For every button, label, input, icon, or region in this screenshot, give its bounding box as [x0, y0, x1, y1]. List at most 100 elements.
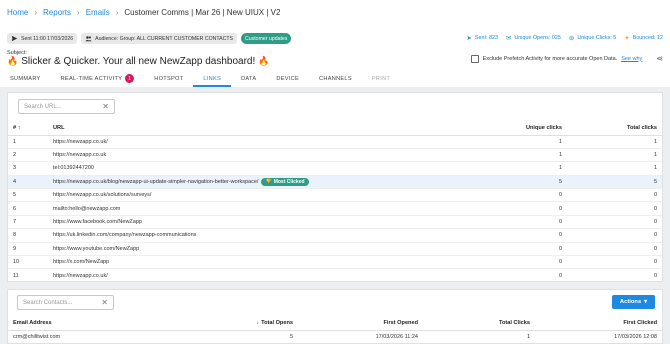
link-num-text: 4 [13, 178, 17, 185]
stat-sent-label: Sent: 823 [474, 35, 498, 41]
actions-button[interactable]: Actions ▾ [612, 295, 655, 309]
clear-icon[interactable]: ✕ [101, 298, 108, 307]
tab-data-label: DATA [241, 75, 257, 82]
link-unique-clicks-text: 0 [558, 259, 562, 266]
tab-hotspot[interactable]: HOTSPOT [144, 70, 193, 87]
tab-hotspot-label: HOTSPOT [154, 75, 184, 82]
tab-links[interactable]: LINKS [193, 70, 231, 87]
stat-bounced[interactable]: ✦ Bounced: 12 [624, 34, 663, 42]
col-total-clicks[interactable]: Total clicks [567, 121, 662, 136]
link-unique-clicks: 0 [447, 215, 567, 230]
link-num-text: 7 [13, 219, 17, 226]
link-total-clicks: 5 [567, 175, 662, 190]
tab-channels-label: CHANNELS [319, 75, 352, 82]
col-total-clicks[interactable]: Total Clicks [423, 317, 535, 331]
campaign-stats: ➤ Sent: 823 ✉ Unique Opens: 025 ⊛ Unique Cl… [466, 34, 663, 42]
link-unique-clicks-text: 0 [558, 205, 562, 212]
tab-summary[interactable]: SUMMARY [0, 70, 51, 87]
link-url[interactable]: https://newzapp.co.uk/solutions/surveys/ [48, 188, 447, 203]
campaign-meta: Sent 11:00 17/03/2026 Audience: Group: A… [7, 33, 292, 44]
col-first-clicked[interactable]: First Clicked [535, 317, 662, 331]
link-unique-clicks: 0 [447, 242, 567, 257]
tab-data[interactable]: DATA [231, 70, 266, 87]
link-num: 7 [8, 215, 48, 230]
table-row[interactable]: 8 https://uk.linkedin.com/company/newzapp… [8, 228, 662, 243]
url-search-input[interactable]: Search URL... [24, 104, 62, 110]
table-row[interactable]: 2 https://newzapp.co.uk 1 1 [8, 148, 662, 163]
link-url[interactable]: https://uk.linkedin.com/company/newzapp-… [48, 228, 447, 243]
link-url[interactable]: https://www.youtube.com/NewZapp [48, 242, 447, 257]
links-table: # ↑ URL Unique clicks Total clicks 1 http… [8, 121, 662, 283]
link-total-clicks-text: 0 [653, 259, 657, 266]
see-why-link[interactable]: See why [621, 56, 642, 62]
col-num-label: # [13, 124, 17, 131]
link-url[interactable]: https://newzapp.co.uk [48, 148, 447, 163]
link-url[interactable]: mailto:hello@newzapp.com [48, 201, 447, 216]
contact-email: crm@chilltwist.com [13, 333, 61, 340]
col-url[interactable]: URL [48, 121, 447, 136]
contacts-search-input[interactable]: Search Contacts... [23, 300, 72, 306]
table-row[interactable]: 6 mailto:hello@newzapp.com 0 0 [8, 201, 662, 216]
table-row[interactable]: 3 tel:01392447200 1 1 [8, 161, 662, 176]
link-num: 2 [8, 148, 48, 163]
link-url[interactable]: https://newzapp.co.uk/blog/newzapp-ui-up… [48, 175, 447, 190]
link-url-text: tel:01392447200 [53, 165, 94, 172]
link-url[interactable]: https://newzapp.co.uk/ [48, 268, 447, 283]
link-url-text: https://newzapp.co.uk/ [53, 272, 108, 279]
col-num[interactable]: # ↑ [8, 121, 48, 136]
send-icon: ➤ [466, 35, 472, 42]
table-row[interactable]: 9 https://www.youtube.com/NewZapp 0 0 [8, 242, 662, 257]
link-url-text: https://x.com/NewZapp [53, 259, 110, 266]
link-url[interactable]: https://newzapp.co.uk/ [48, 135, 447, 149]
audience-chip[interactable]: Audience: Group: ALL CURRENT CUSTOMER CO… [81, 33, 238, 44]
link-num: 11 [8, 268, 48, 283]
prefetch-checkbox[interactable] [470, 54, 479, 63]
stat-sent[interactable]: ➤ Sent: 823 [466, 34, 498, 42]
link-unique-clicks-text: 5 [558, 178, 562, 185]
send-icon [11, 35, 18, 42]
link-unique-clicks: 1 [447, 135, 567, 149]
link-num: 10 [8, 255, 48, 270]
url-search[interactable]: Search URL... ✕ [18, 99, 115, 114]
table-row[interactable]: 11 https://newzapp.co.uk/0 0 [8, 268, 662, 283]
table-row[interactable]: 5 https://newzapp.co.uk/solutions/surveys… [8, 188, 662, 203]
stat-clicks[interactable]: ⊛ Unique Clicks: 5 [569, 34, 616, 42]
link-total-clicks: 0 [567, 215, 662, 230]
share-icon[interactable]: ⋖ [656, 54, 663, 63]
link-total-clicks-text: 0 [653, 245, 657, 252]
col-email[interactable]: Email Address [8, 317, 208, 331]
link-num-text: 6 [13, 205, 17, 212]
tab-device[interactable]: DEVICE [266, 70, 309, 87]
link-url[interactable]: tel:01392447200 [48, 161, 447, 176]
tab-channels[interactable]: CHANNELS [309, 70, 362, 87]
trophy-icon: 🏆 [265, 178, 272, 185]
link-total-clicks-text: 1 [653, 152, 657, 159]
link-unique-clicks: 0 [447, 268, 567, 283]
contacts-search[interactable]: Search Contacts... ✕ [17, 295, 114, 310]
breadcrumb-emails[interactable]: Emails [86, 8, 110, 17]
link-unique-clicks: 0 [447, 188, 567, 203]
table-row[interactable]: 7 https://www.facebook.com/NewZapp 0 0 [8, 215, 662, 230]
link-unique-clicks: 1 [447, 148, 567, 163]
chevron-right-icon: › [115, 8, 119, 17]
flame-icon: 🔥 [7, 56, 19, 66]
breadcrumb-home[interactable]: Home [7, 8, 28, 17]
table-row[interactable]: 10 https://x.com/NewZapp 0 0 [8, 255, 662, 270]
link-total-clicks: 0 [567, 242, 662, 257]
table-row[interactable]: 4 https://newzapp.co.uk/blog/newzapp-ui-u… [8, 175, 662, 190]
stat-opens[interactable]: ✉ Unique Opens: 025 [506, 34, 561, 42]
link-url[interactable]: https://x.com/NewZapp [48, 255, 447, 270]
col-total-opens[interactable]: ↓ Total Opens [208, 317, 298, 331]
link-url[interactable]: https://www.facebook.com/NewZapp [48, 215, 447, 230]
col-first-opened[interactable]: First Opened [298, 317, 423, 331]
breadcrumb-reports[interactable]: Reports [43, 8, 71, 17]
tab-real-time-activity[interactable]: REAL-TIME ACTIVITY 1 [51, 70, 145, 87]
click-icon: ⊛ [568, 35, 575, 42]
flame-icon: 🔥 [258, 56, 270, 66]
links-table-header: # ↑ URL Unique clicks Total clicks [8, 121, 662, 136]
col-unique-clicks[interactable]: Unique clicks [447, 121, 567, 136]
link-num: 4 [8, 175, 48, 190]
table-row[interactable]: crm@chilltwist.com 5 17/03/2026 11:24 1 17/0… [8, 330, 662, 343]
table-row[interactable]: 1 https://newzapp.co.uk/1 1 [8, 135, 662, 149]
clear-icon[interactable]: ✕ [102, 102, 109, 111]
